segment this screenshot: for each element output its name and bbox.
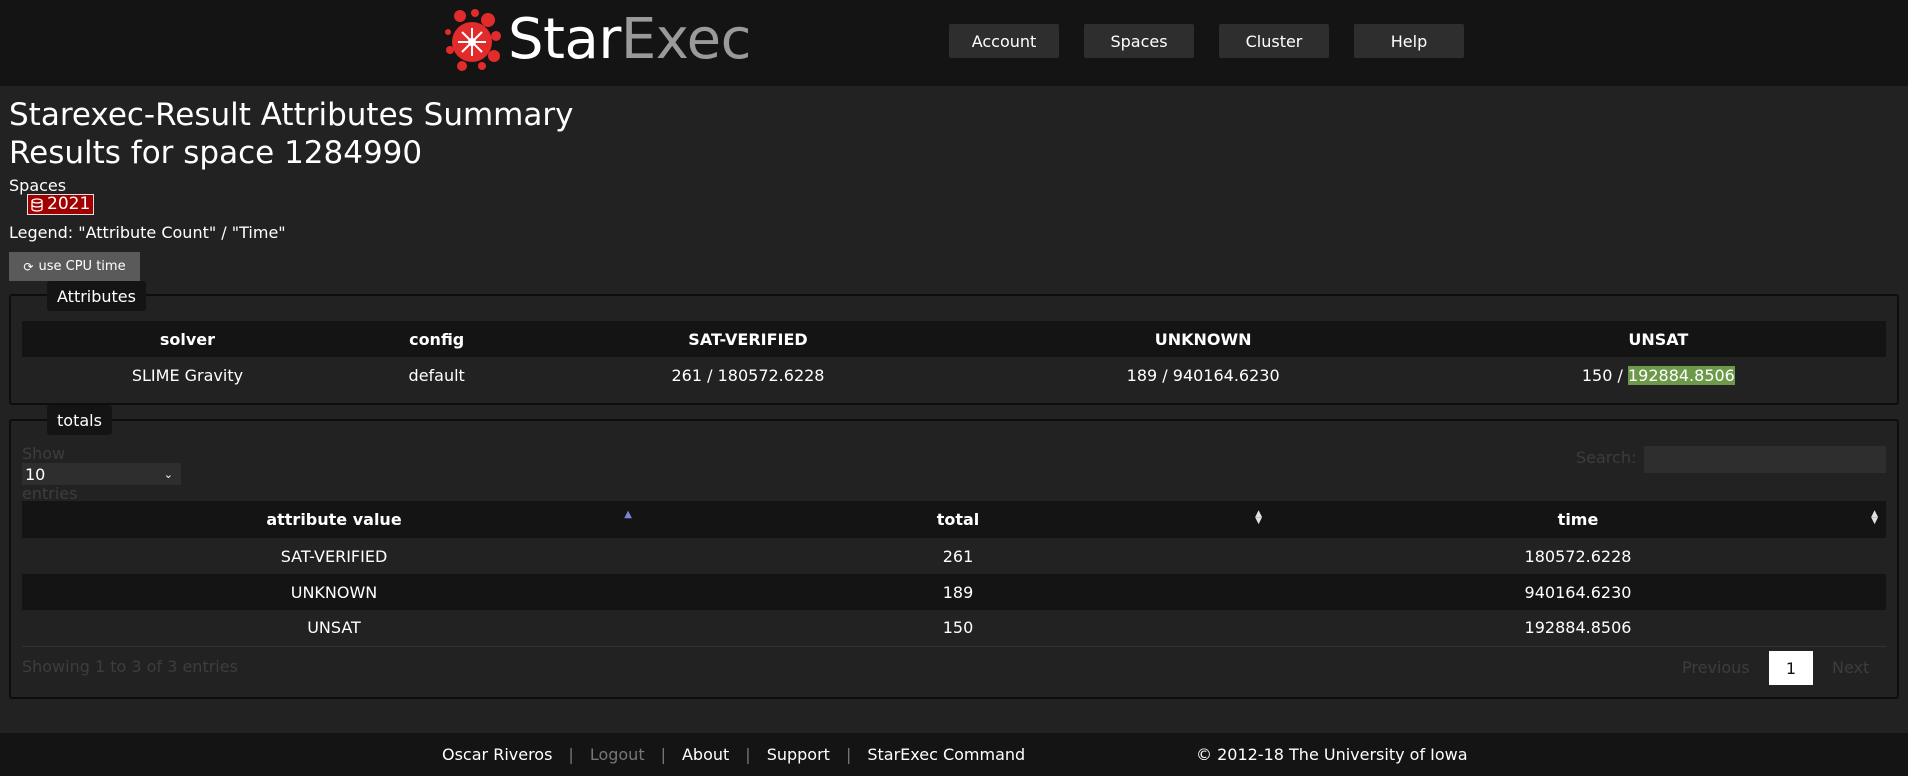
attributes-table: solver config SAT-VERIFIED UNKNOWN UNSAT… (22, 321, 1886, 393)
space-link-badge[interactable]: 2021 (27, 194, 95, 215)
database-icon (31, 197, 43, 212)
footer-links: Oscar Riveros | Logout | About | Support… (442, 733, 1025, 776)
footer-about-link[interactable]: About (682, 745, 729, 764)
spaces-label: Spaces (9, 176, 67, 195)
nav-help-button[interactable]: Help (1354, 24, 1464, 58)
chevron-down-icon: ⌄ (163, 467, 173, 481)
column-header-time-label: time (1557, 510, 1599, 529)
totals-table: attribute value ▲ total ▲ ▼ time ▲ ▼ SAT-V… (22, 501, 1886, 647)
cell-attribute-value: SAT-VERIFIED (280, 546, 388, 566)
page-subtitle: Results for space 1284990 (9, 135, 423, 171)
main-nav: Account Spaces Cluster Help (949, 24, 1464, 58)
page-title: Starexec-Result Attributes Summary (9, 97, 574, 133)
table-header-row: solver config SAT-VERIFIED UNKNOWN UNSAT (22, 321, 1886, 357)
nav-account-button[interactable]: Account (949, 24, 1059, 58)
column-header-unknown: UNKNOWN (975, 321, 1431, 357)
table-info: Showing 1 to 3 of 3 entries (22, 657, 238, 676)
cell-attribute-value: UNSAT (22, 610, 646, 647)
cell-sat-verified: 261 / 180572.6228 (671, 365, 825, 385)
column-header-sat-verified: SAT-VERIFIED (520, 321, 976, 357)
cell-time: 192884.8506 (1270, 610, 1886, 647)
cell-unknown: 189 / 940164.6230 (1126, 365, 1280, 385)
page-length-value: 10 (25, 464, 46, 484)
sort-icon: ▲ ▼ (1255, 509, 1262, 526)
table-header-row: attribute value ▲ total ▲ ▼ time ▲ ▼ (22, 501, 1886, 538)
pagination-previous-button[interactable]: Previous (1682, 658, 1750, 677)
table-row: UNSAT 150 192884.8506 (22, 610, 1886, 647)
search-label: Search: (1576, 448, 1637, 467)
pagination-next-button[interactable]: Next (1832, 658, 1869, 677)
column-header-total[interactable]: total ▲ ▼ (646, 501, 1270, 538)
logo-text-star: Star (508, 7, 621, 72)
cell-time: 180572.6228 (1524, 546, 1632, 566)
unsat-time-highlight: 192884.8506 (1627, 365, 1735, 385)
starexec-logo-icon (445, 9, 501, 71)
cell-unsat: 150 / 192884.8506 (1431, 357, 1886, 393)
footer-user-link[interactable]: Oscar Riveros (442, 745, 552, 764)
column-header-config: config (352, 321, 521, 357)
cell-attribute-value: UNKNOWN (22, 574, 646, 610)
column-header-attribute-value[interactable]: attribute value ▲ (22, 501, 646, 538)
nav-spaces-button[interactable]: Spaces (1084, 24, 1194, 58)
legend-text: Legend: "Attribute Count" / "Time" (9, 223, 286, 242)
space-badge-label: 2021 (47, 194, 91, 214)
cell-total: 261 (942, 546, 974, 566)
refresh-icon: ⟳ (23, 259, 34, 274)
table-row: SAT-VERIFIED 261 180572.6228 (22, 538, 1886, 574)
use-cpu-time-label: use CPU time (38, 259, 126, 274)
unsat-count: 150 / (1581, 365, 1628, 385)
search-input[interactable] (1644, 446, 1886, 473)
cell-config: default (408, 365, 465, 385)
footer-command-link[interactable]: StarExec Command (867, 745, 1025, 764)
cell-time: 940164.6230 (1270, 574, 1886, 610)
table-row: UNKNOWN 189 940164.6230 (22, 574, 1886, 610)
logo-text-exec: Exec (620, 7, 752, 72)
top-bar: StarExec Account Spaces Cluster Help (0, 0, 1908, 86)
footer-separator: | (568, 745, 574, 764)
column-header-time[interactable]: time ▲ ▼ (1270, 501, 1886, 538)
cell-total: 150 (646, 610, 1270, 647)
copyright: © 2012-18 The University of Iowa (1196, 745, 1468, 764)
footer-separator: | (845, 745, 852, 764)
attributes-legend[interactable]: Attributes (47, 281, 146, 311)
sort-icon: ▲ ▼ (1871, 509, 1878, 526)
logo-text: StarExec (508, 12, 751, 68)
column-header-solver: solver (22, 321, 353, 357)
page-length-select[interactable]: 10 ⌄ (22, 463, 181, 485)
cell-total: 189 (646, 574, 1270, 610)
sort-ascending-icon: ▲ (624, 509, 632, 520)
pagination-page-button[interactable]: 1 (1769, 651, 1813, 685)
column-header-unsat: UNSAT (1430, 321, 1886, 357)
column-header-attribute-value-label: attribute value (266, 510, 402, 529)
totals-legend[interactable]: totals (47, 405, 112, 435)
use-cpu-time-button[interactable]: ⟳ use CPU time (9, 252, 140, 281)
footer-separator: | (660, 745, 666, 764)
footer: Oscar Riveros | Logout | About | Support… (0, 733, 1908, 776)
nav-cluster-button[interactable]: Cluster (1219, 24, 1329, 58)
footer-separator: | (745, 745, 751, 764)
show-label: Show (22, 444, 66, 463)
cell-solver: SLIME Gravity (131, 365, 244, 385)
table-row: SLIME Gravity default 261 / 180572.6228 … (22, 357, 1886, 393)
column-header-total-label: total (936, 510, 980, 529)
footer-support-link[interactable]: Support (767, 745, 830, 764)
footer-logout-link[interactable]: Logout (590, 745, 645, 764)
starexec-logo[interactable]: StarExec (442, 0, 751, 80)
